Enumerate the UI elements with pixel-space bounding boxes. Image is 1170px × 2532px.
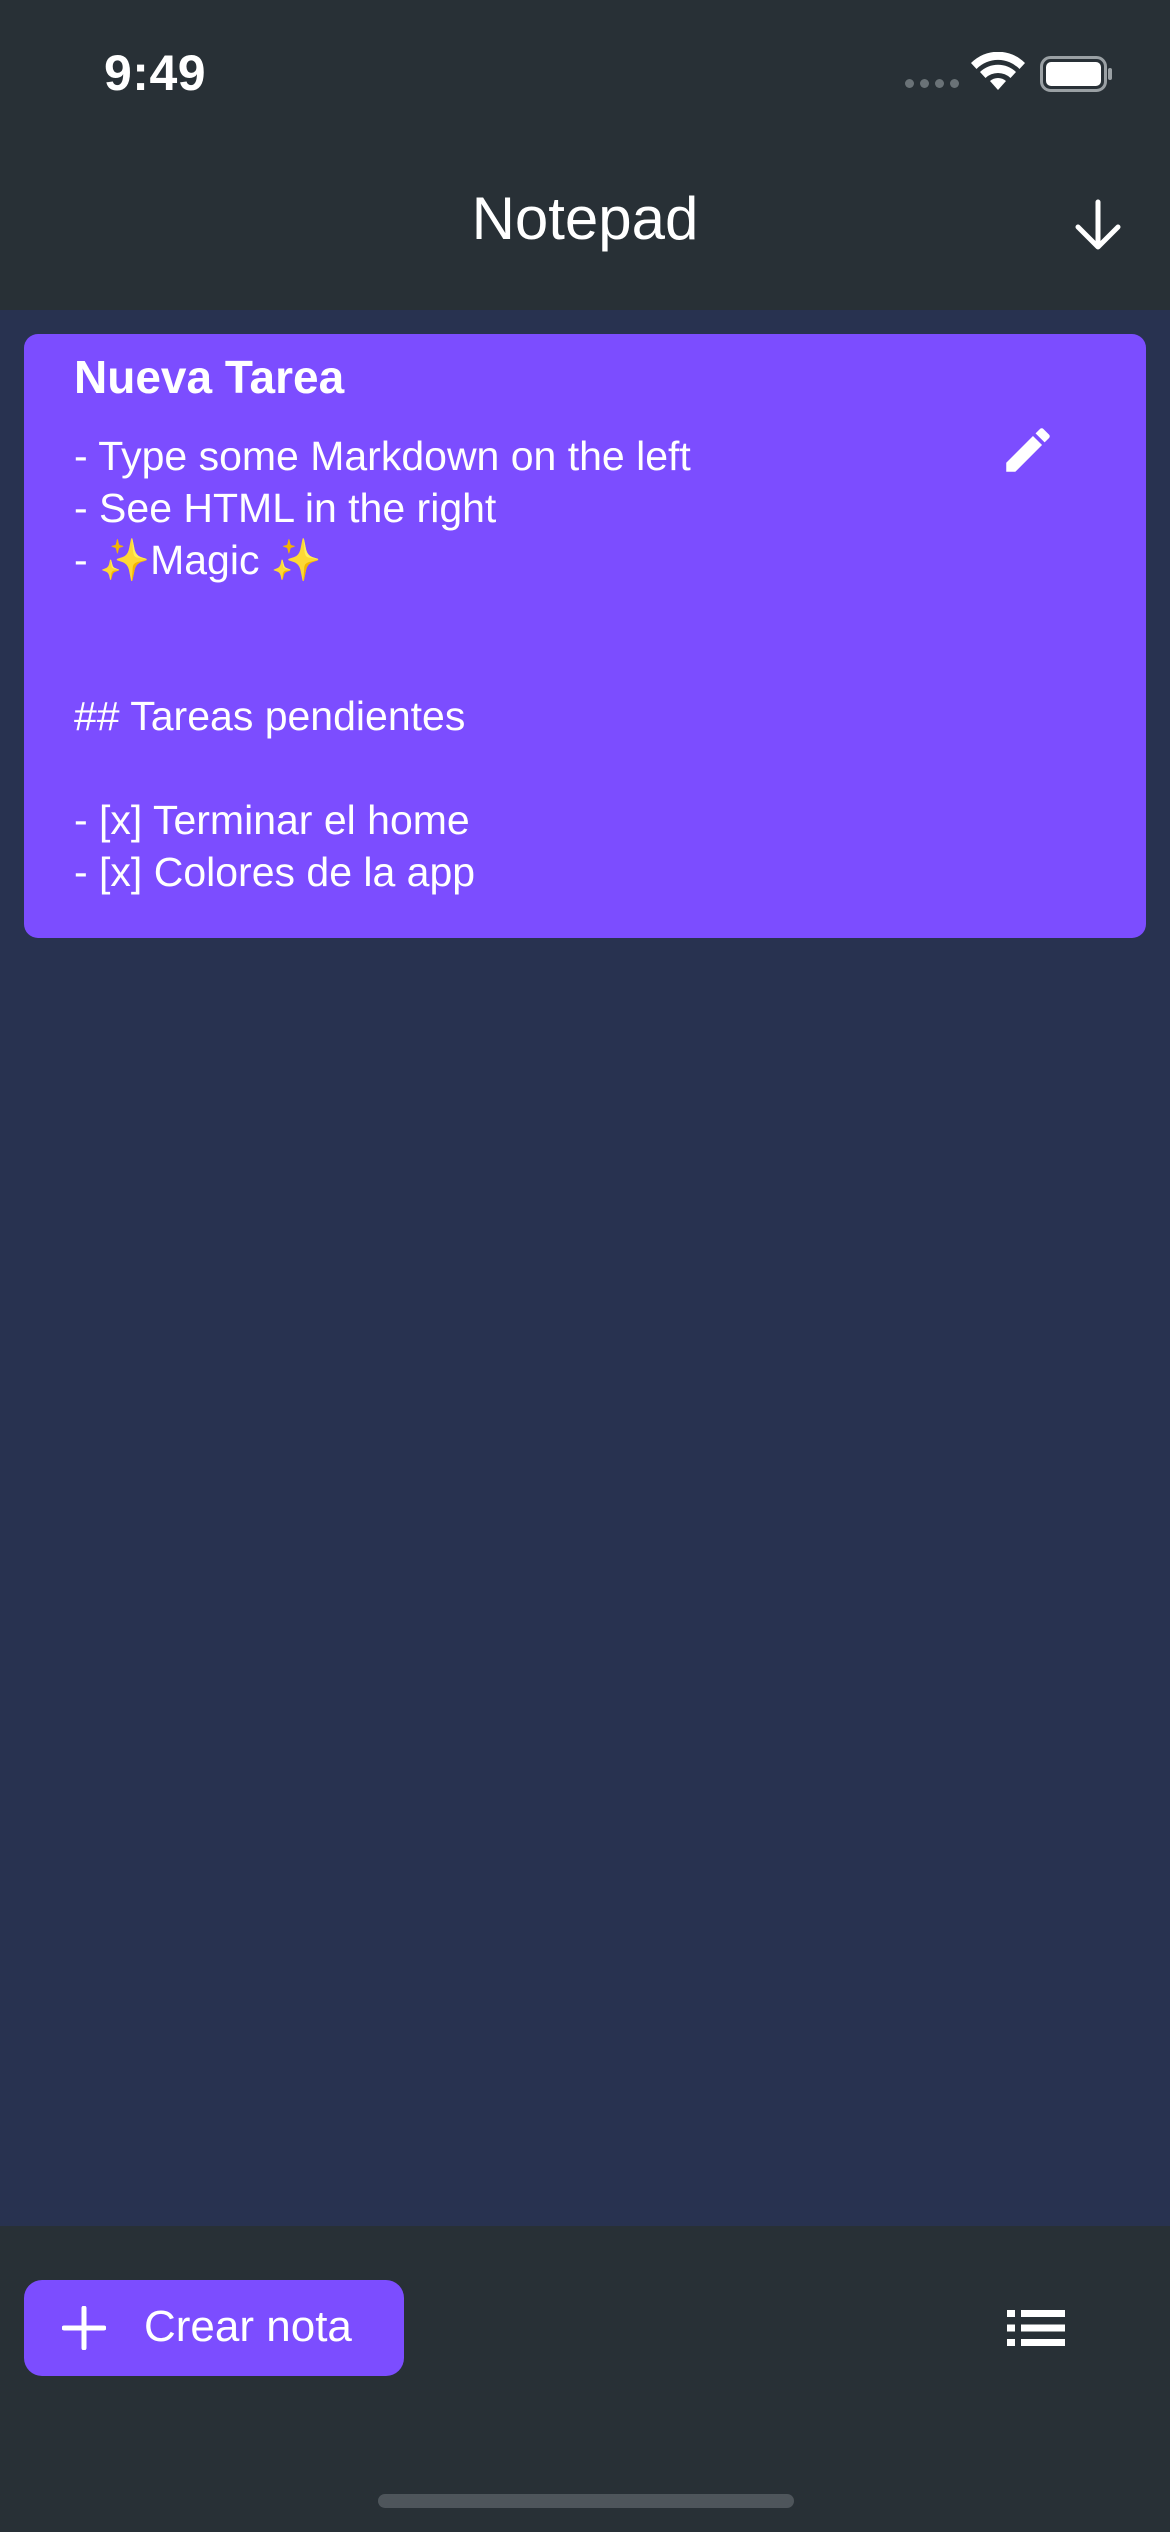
create-note-label: Crear nota (144, 2302, 352, 2351)
list-icon (1007, 2310, 1065, 2346)
plus-icon (62, 2306, 106, 2350)
note-card[interactable]: Nueva Tarea - Type some Markdown on the … (24, 334, 1146, 938)
page-title: Notepad (471, 185, 699, 252)
create-note-button[interactable]: Crear nota (24, 2280, 404, 2376)
download-button[interactable] (1068, 196, 1128, 256)
wifi-icon (971, 52, 1025, 90)
cellular-signal-icon (905, 79, 959, 88)
battery-icon (1040, 56, 1112, 92)
notes-list: Nueva Tarea - Type some Markdown on the … (0, 310, 1170, 2226)
app-bar: Notepad (0, 140, 1170, 310)
bottom-bar: Crear nota (0, 2226, 1170, 2532)
status-bar: 9:49 (0, 0, 1170, 140)
arrow-down-icon (1075, 199, 1121, 250)
edit-note-button[interactable] (990, 412, 1066, 488)
list-view-button[interactable] (1004, 2302, 1068, 2354)
home-indicator[interactable] (378, 2494, 794, 2508)
note-body: - Type some Markdown on the left - See H… (74, 433, 691, 895)
note-title: Nueva Tarea (74, 351, 345, 403)
pencil-icon (1006, 428, 1050, 472)
status-time: 9:49 (104, 45, 207, 101)
